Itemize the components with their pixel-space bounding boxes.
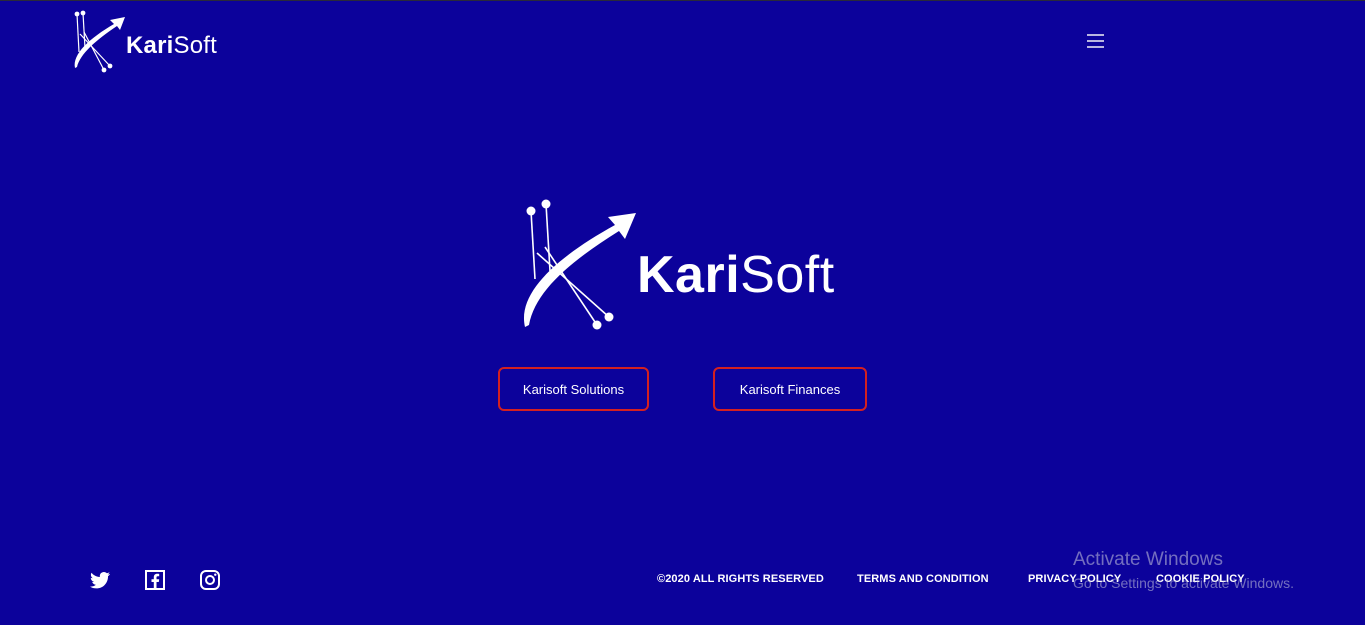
hero-logo-text: KariSoft	[637, 245, 835, 305]
menu-bar-middle	[1087, 40, 1104, 42]
header-logo[interactable]: KariSoft	[70, 10, 230, 74]
karisoft-finances-button[interactable]: Karisoft Finances	[713, 367, 867, 411]
instagram-icon[interactable]	[198, 568, 222, 592]
activate-windows-watermark-subtitle: Go to Settings to activate Windows.	[1073, 575, 1294, 591]
menu-bar-top	[1087, 34, 1104, 36]
karisoft-solutions-button[interactable]: Karisoft Solutions	[498, 367, 649, 411]
copyright-text: ©2020 ALL RIGHTS RESERVED	[657, 573, 824, 585]
header-logo-brand-bold: Kari	[126, 32, 174, 59]
terms-and-condition-link[interactable]: TERMS AND CONDITION	[857, 573, 989, 585]
hero-logo-brand-light: Soft	[740, 246, 835, 304]
menu-bar-bottom	[1087, 46, 1104, 48]
window-top-border	[0, 0, 1365, 1]
facebook-icon[interactable]	[143, 568, 167, 592]
twitter-icon[interactable]	[88, 568, 112, 592]
karisoft-logo-mark-icon	[74, 10, 125, 73]
hamburger-menu-icon[interactable]	[1084, 30, 1108, 52]
header-logo-brand-light: Soft	[173, 32, 217, 59]
header-logo-text: KariSoft	[126, 32, 217, 60]
karisoft-logo-mark-large-icon	[523, 199, 636, 330]
hero-logo: KariSoft	[515, 195, 860, 335]
hero-logo-brand-bold: Kari	[637, 246, 741, 304]
activate-windows-watermark-title: Activate Windows	[1073, 549, 1223, 570]
